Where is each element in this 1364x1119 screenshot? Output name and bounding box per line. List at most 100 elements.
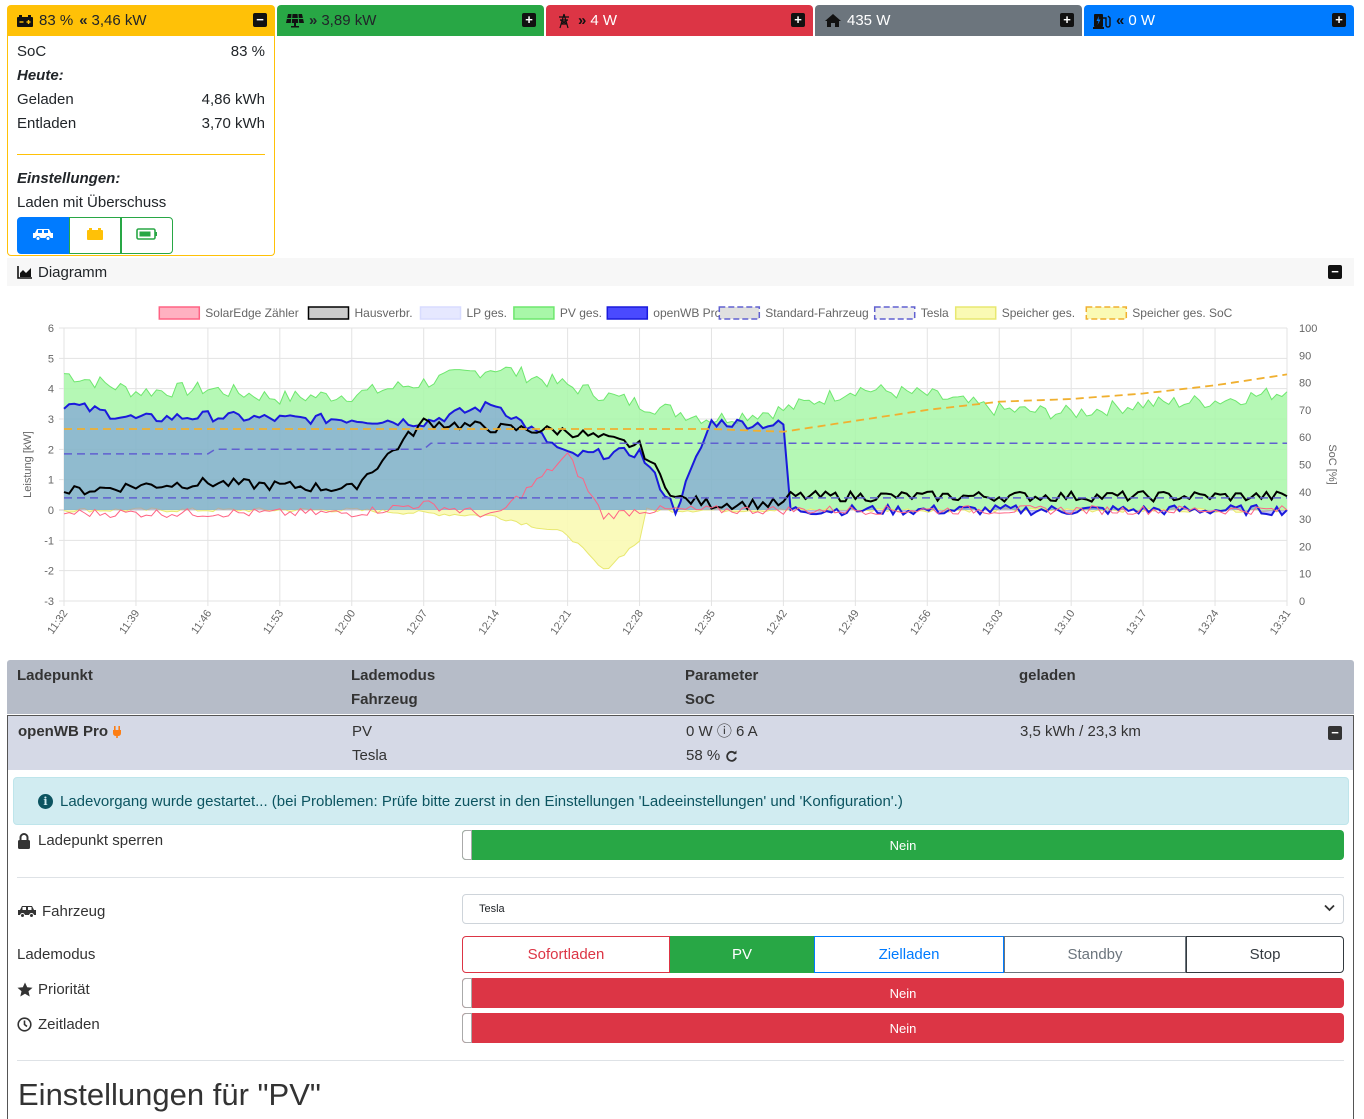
info-icon: i — [38, 793, 53, 809]
lock-icon — [17, 832, 35, 849]
x-tick-label: 12:35 — [692, 608, 718, 637]
table-row[interactable]: openWB Pro PV Tesla 0 W ⓘ 6 A 58 % 3,5 k… — [7, 715, 1354, 770]
y2-tick-label: 30 — [1299, 514, 1311, 526]
plug-icon — [112, 725, 122, 739]
toggle-knob — [462, 830, 472, 860]
y2-tick-label: 90 — [1299, 350, 1311, 362]
vehicle-select[interactable]: Tesla — [462, 894, 1344, 924]
expand-icon[interactable]: + — [1060, 13, 1074, 27]
double-chevron-left-icon: « — [1116, 12, 1124, 29]
y2-tick-label: 70 — [1299, 405, 1311, 417]
discharged-label: Entladen — [17, 115, 77, 132]
house-power: 435 W — [847, 12, 891, 29]
priority-row-label: Priorität — [17, 981, 90, 998]
legend-label-hausverbr-: Hausverbr. — [355, 306, 413, 320]
collapse-icon[interactable]: − — [1328, 726, 1342, 740]
x-tick-label: 12:21 — [548, 608, 574, 637]
legend-label-openwb-pro: openWB Pro — [653, 306, 721, 320]
timecharge-toggle[interactable]: Nein — [462, 1013, 1344, 1043]
divider — [17, 154, 265, 155]
alert-text: Ladevorgang wurde gestartet... (bei Prob… — [60, 792, 903, 810]
double-chevron-right-icon: » — [309, 12, 317, 29]
priority-soc-button[interactable] — [121, 217, 173, 254]
priority-toggle[interactable]: Nein — [462, 978, 1344, 1008]
refresh-icon[interactable] — [725, 750, 738, 763]
car-icon — [17, 905, 39, 918]
charged-value: 3,5 kWh / 23,3 km — [1020, 723, 1141, 740]
collapse-icon[interactable]: − — [1328, 265, 1342, 279]
header-parameter: Parameter — [685, 667, 759, 684]
battery-icon — [136, 227, 158, 244]
legend-swatch-solaredge-z-hler — [158, 306, 201, 320]
double-chevron-right-icon: » — [578, 12, 586, 29]
header-ladepunkt: Ladepunkt — [17, 667, 93, 684]
expand-icon[interactable]: + — [791, 13, 805, 27]
header-geladen: geladen — [1019, 667, 1076, 684]
chargepoint-card-header[interactable]: « 0 W + — [1084, 5, 1354, 36]
chargemode-label: Lademodus — [17, 946, 96, 963]
battery-soc: 83 % — [39, 12, 74, 29]
lock-row-label: Ladepunkt sperren — [17, 832, 163, 849]
lock-toggle[interactable]: Nein — [462, 830, 1344, 860]
legend-swatch-speicher-ges- — [954, 306, 997, 320]
battery-card-header[interactable]: 83 % « 3,46 kW − — [7, 5, 275, 36]
x-tick-label: 11:46 — [189, 608, 214, 637]
y2-axis-label: SoC [%] — [1326, 444, 1338, 484]
mode-stop-button[interactable]: Stop — [1186, 936, 1344, 973]
car-icon — [32, 227, 54, 245]
y-tick-label: -2 — [44, 566, 54, 578]
legend-swatch-pv-ges- — [513, 306, 555, 320]
y-tick-label: 0 — [48, 505, 54, 517]
diagram-title: Diagramm — [38, 263, 108, 281]
y-tick-label: 5 — [48, 353, 54, 365]
vehicle-row-label: Fahrzeug — [17, 903, 105, 920]
x-tick-label: 13:17 — [1124, 608, 1150, 637]
mode-pv-button[interactable]: PV — [670, 936, 814, 973]
chargemode-row-label: Lademodus — [17, 946, 95, 963]
diagram-header[interactable]: Diagramm − — [7, 258, 1354, 286]
lock-label: Ladepunkt sperren — [38, 832, 164, 849]
house-card-header[interactable]: 435 W + — [815, 5, 1082, 36]
priority-battery-button[interactable] — [69, 217, 121, 254]
grid-card-header[interactable]: » 4 W + — [546, 5, 813, 36]
soc-cell: 58 % — [686, 744, 738, 768]
series-area-speicher-ges- — [64, 507, 1287, 569]
solar-panel-icon — [285, 13, 305, 29]
y2-tick-label: 40 — [1299, 487, 1311, 499]
battery-details: SoC 83 % Heute: Geladen 4,86 kWh Entlade… — [7, 36, 275, 256]
legend-label-speicher-ges-: Speicher ges. — [1002, 306, 1075, 320]
vehicle-select-value: Tesla — [479, 903, 505, 915]
legend-label-solaredge-z-hler: SolarEdge Zähler — [205, 306, 298, 320]
y-tick-label: 1 — [48, 475, 54, 487]
header-fahrzeug: Fahrzeug — [351, 691, 418, 708]
legend-swatch-speicher-ges-soc — [1085, 306, 1128, 320]
double-chevron-left-icon: « — [79, 12, 87, 29]
y2-tick-label: 50 — [1299, 460, 1311, 472]
lock-toggle-value: Nein — [889, 837, 917, 853]
power-chart: 6 5 4 3 2 1 0 -1 -2 -3 100 90 80 70 60 50 40 30 20 10 0 11:32… — [7, 290, 1354, 658]
expand-icon[interactable]: + — [522, 13, 536, 27]
mode-sofortladen-button[interactable]: Sofortladen — [462, 936, 670, 973]
mode-standby-button[interactable]: Standby — [1004, 936, 1186, 973]
legend-label-tesla: Tesla — [921, 306, 949, 320]
battery-priority-group — [17, 217, 265, 254]
pv-card-header[interactable]: » 3,89 kW + — [277, 5, 544, 36]
settings-title: Einstellungen für "PV" — [18, 1077, 321, 1112]
toggle-knob — [462, 1013, 472, 1043]
x-tick-label: 11:32 — [45, 608, 70, 637]
legend-label-pv-ges-: PV ges. — [560, 306, 602, 320]
charged-value: 4,86 kWh — [201, 91, 265, 108]
x-tick-label: 12:56 — [908, 608, 934, 637]
x-tick-label: 12:14 — [476, 608, 502, 637]
y2-tick-label: 10 — [1299, 569, 1311, 581]
priority-car-button[interactable] — [17, 217, 69, 254]
soc-label: SoC — [17, 43, 47, 60]
mode-zielladen-button[interactable]: Zielladen — [814, 936, 1004, 973]
expand-icon[interactable]: + — [1332, 13, 1346, 27]
y2-tick-label: 20 — [1299, 541, 1311, 553]
y-tick-label: 4 — [48, 384, 54, 396]
collapse-icon[interactable]: − — [253, 13, 267, 27]
y-tick-label: -1 — [44, 535, 54, 547]
battery-mode-text: Laden mit Überschuss — [17, 194, 167, 211]
info-alert: i Ladevorgang wurde gestartet... (bei Pr… — [13, 777, 1349, 825]
